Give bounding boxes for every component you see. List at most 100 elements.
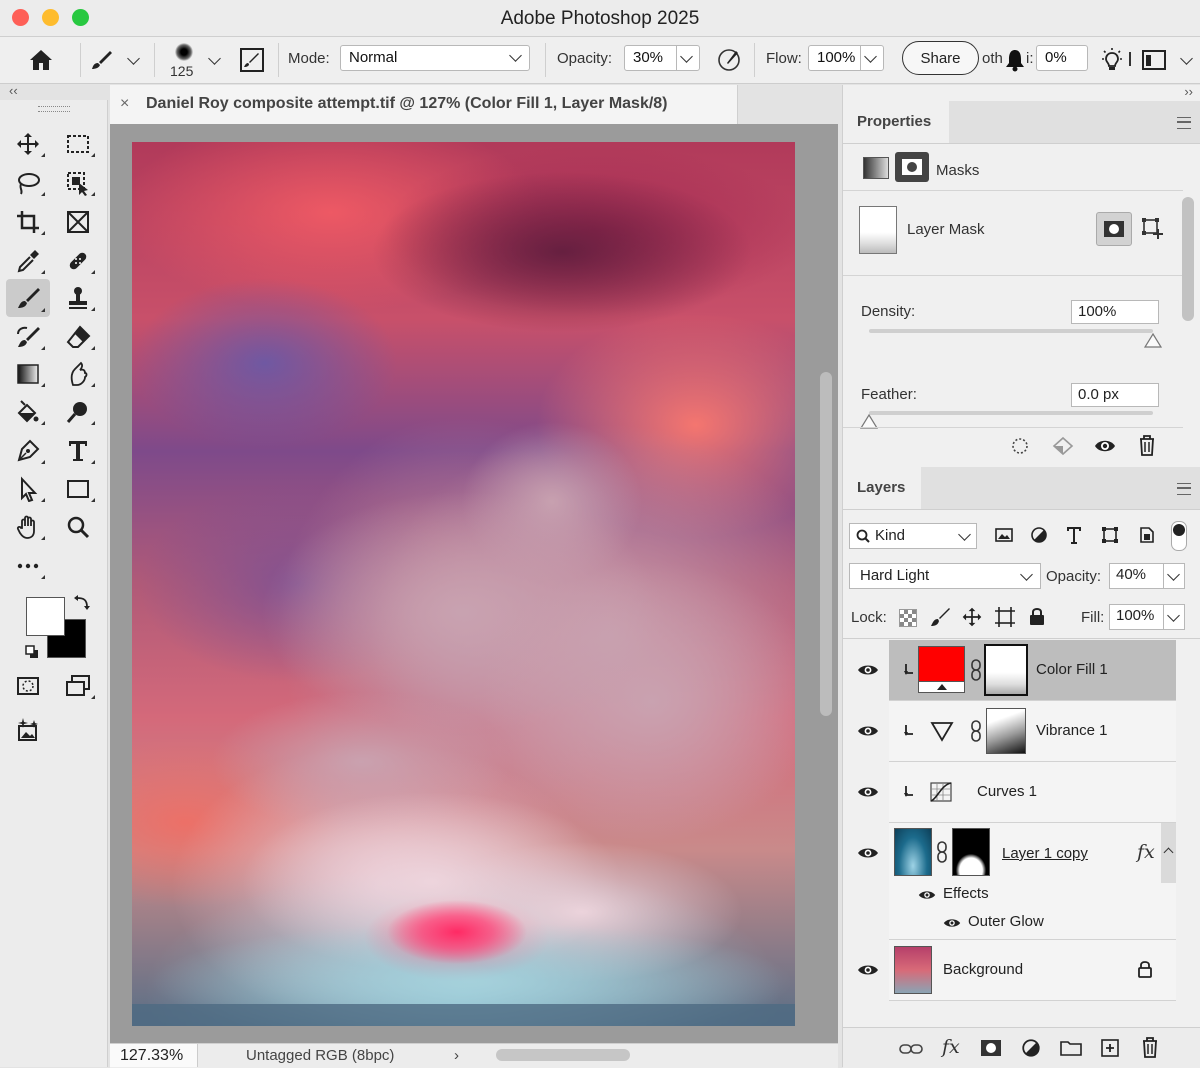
home-button[interactable] bbox=[26, 46, 56, 74]
blend-mode-select[interactable]: Hard Light bbox=[849, 563, 1041, 589]
properties-panel-menu-icon[interactable] bbox=[1177, 117, 1191, 129]
hand-tool[interactable] bbox=[6, 509, 50, 545]
visibility-eye-icon[interactable] bbox=[857, 663, 879, 680]
layer-row-background[interactable]: Background bbox=[889, 940, 1176, 1001]
feather-slider-track[interactable] bbox=[869, 411, 1153, 415]
lock-position-button[interactable] bbox=[961, 606, 983, 631]
filter-pixel-layers-button[interactable] bbox=[994, 526, 1014, 547]
smudge-tool[interactable] bbox=[56, 356, 100, 392]
link-chain-icon[interactable] bbox=[936, 841, 948, 863]
new-adjustment-layer-icon[interactable] bbox=[1021, 1038, 1041, 1058]
add-vector-mask-button[interactable] bbox=[1140, 216, 1164, 243]
layer-row-vibrance-1[interactable]: Vibrance 1 bbox=[889, 701, 1176, 762]
healing-brush-tool[interactable] bbox=[56, 243, 100, 279]
layer-opacity-field[interactable]: 40% bbox=[1109, 563, 1185, 589]
swap-colors-button[interactable] bbox=[74, 595, 90, 614]
layer-row-layer-1-copy[interactable]: Layer 1 copy fx Effects Outer Glow bbox=[889, 823, 1176, 940]
delete-mask-button[interactable] bbox=[1137, 434, 1157, 459]
status-menu-chevron-right-icon[interactable]: › bbox=[454, 1047, 459, 1064]
link-layers-icon[interactable] bbox=[899, 1042, 923, 1056]
brush-preset-chevron-down-icon[interactable] bbox=[127, 52, 140, 65]
generative-fill-button[interactable] bbox=[6, 712, 50, 748]
flow-field[interactable]: 100% bbox=[808, 45, 884, 71]
layer-name[interactable]: Vibrance 1 bbox=[1036, 722, 1107, 739]
lock-artboard-button[interactable] bbox=[994, 606, 1016, 631]
color-fill-thumbnail[interactable] bbox=[918, 646, 965, 693]
tab-properties[interactable]: Properties bbox=[843, 101, 949, 143]
move-tool[interactable] bbox=[6, 126, 50, 162]
brush-picker-chevron-down-icon[interactable] bbox=[208, 52, 221, 65]
effects-label[interactable]: Effects bbox=[943, 885, 989, 902]
collapse-effects-button[interactable] bbox=[1161, 823, 1176, 883]
layer-name[interactable]: Curves 1 bbox=[977, 783, 1037, 800]
zoom-level-field[interactable]: 127.33% bbox=[110, 1044, 198, 1067]
layer-row-curves-1[interactable]: Curves 1 bbox=[889, 762, 1176, 823]
layer-filter-kind-select[interactable]: Kind bbox=[849, 523, 977, 549]
layer-1-copy-mask-thumbnail[interactable] bbox=[952, 828, 990, 876]
feather-field[interactable]: 0.0 px bbox=[1071, 383, 1159, 407]
filter-shape-layers-button[interactable] bbox=[1100, 526, 1120, 547]
share-button[interactable]: Share bbox=[902, 41, 979, 75]
properties-scrollbar[interactable] bbox=[1182, 197, 1194, 321]
zoom-tool[interactable] bbox=[56, 509, 100, 545]
tips-button[interactable] bbox=[1098, 46, 1126, 74]
new-layer-plus-icon[interactable] bbox=[1100, 1038, 1120, 1058]
canvas-area[interactable] bbox=[110, 124, 838, 1043]
layer-name[interactable]: Color Fill 1 bbox=[1036, 661, 1108, 678]
outer-glow-effect-label[interactable]: Outer Glow bbox=[968, 913, 1044, 930]
visibility-eye-icon[interactable] bbox=[857, 785, 879, 802]
history-brush-tool[interactable] bbox=[6, 319, 50, 355]
workspace-button[interactable] bbox=[1140, 48, 1168, 72]
close-document-icon[interactable]: × bbox=[120, 95, 129, 113]
toolbar-grip[interactable] bbox=[38, 106, 70, 112]
tab-layers[interactable]: Layers bbox=[843, 467, 921, 509]
collapse-toolbar-icon[interactable]: ‹‹ bbox=[9, 83, 18, 98]
clone-stamp-tool[interactable] bbox=[56, 280, 100, 316]
pressure-opacity-button[interactable] bbox=[714, 46, 744, 74]
layer-filter-toggle[interactable] bbox=[1171, 521, 1187, 551]
smoothing-field[interactable]: 0% bbox=[1036, 45, 1088, 71]
eraser-tool[interactable] bbox=[56, 319, 100, 355]
brush-settings-button[interactable] bbox=[238, 47, 266, 73]
vibrance-mask-thumbnail[interactable] bbox=[986, 708, 1026, 754]
pixel-mask-icon[interactable] bbox=[863, 157, 889, 179]
color-fill-mask-thumbnail[interactable] bbox=[984, 644, 1028, 696]
layer-effects-fx-icon[interactable]: fx bbox=[1137, 841, 1155, 863]
layer-name[interactable]: Background bbox=[943, 961, 1023, 978]
screen-mode-button[interactable] bbox=[56, 668, 100, 704]
link-chain-icon[interactable] bbox=[970, 720, 982, 742]
add-mask-button[interactable] bbox=[981, 1040, 1001, 1056]
document-canvas-image[interactable] bbox=[132, 142, 795, 1026]
gradient-tool[interactable] bbox=[6, 356, 50, 392]
pen-tool[interactable] bbox=[6, 433, 50, 469]
type-tool[interactable] bbox=[56, 433, 100, 469]
lasso-tool[interactable] bbox=[6, 165, 50, 201]
select-layer-mask-button[interactable] bbox=[1096, 212, 1132, 246]
fill-field[interactable]: 100% bbox=[1109, 604, 1185, 630]
visibility-eye-icon[interactable] bbox=[857, 963, 879, 980]
lock-transparent-pixels-icon[interactable] bbox=[899, 609, 917, 627]
disable-mask-button[interactable] bbox=[1093, 436, 1117, 459]
layer-1-copy-thumbnail[interactable] bbox=[894, 828, 932, 876]
add-layer-style-fx-icon[interactable]: fx bbox=[942, 1036, 960, 1058]
collapse-panels-icon[interactable]: ›› bbox=[1184, 84, 1193, 99]
filter-smart-objects-button[interactable] bbox=[1137, 526, 1155, 547]
filter-type-layers-button[interactable] bbox=[1065, 525, 1083, 548]
workspace-chevron-down-icon[interactable] bbox=[1180, 52, 1193, 65]
lock-icon[interactable] bbox=[1137, 960, 1153, 978]
layers-panel-menu-icon[interactable] bbox=[1177, 483, 1191, 495]
rectangle-tool[interactable] bbox=[56, 471, 100, 507]
density-slider-track[interactable] bbox=[869, 329, 1153, 333]
object-selection-tool[interactable] bbox=[56, 165, 100, 201]
marquee-tool[interactable] bbox=[56, 126, 100, 162]
mode-select[interactable]: Normal bbox=[340, 45, 530, 71]
density-field[interactable]: 100% bbox=[1071, 300, 1159, 324]
background-thumbnail[interactable] bbox=[894, 946, 932, 994]
brush-tip-preview[interactable] bbox=[168, 40, 200, 64]
layer-row-color-fill-1[interactable]: Color Fill 1 bbox=[889, 640, 1176, 701]
crop-tool[interactable] bbox=[6, 204, 50, 240]
color-profile-status[interactable]: Untagged RGB (8bpc) bbox=[246, 1047, 394, 1064]
path-selection-tool[interactable] bbox=[6, 471, 50, 507]
eyedropper-tool[interactable] bbox=[6, 243, 50, 279]
notifications-button[interactable] bbox=[1004, 47, 1026, 73]
